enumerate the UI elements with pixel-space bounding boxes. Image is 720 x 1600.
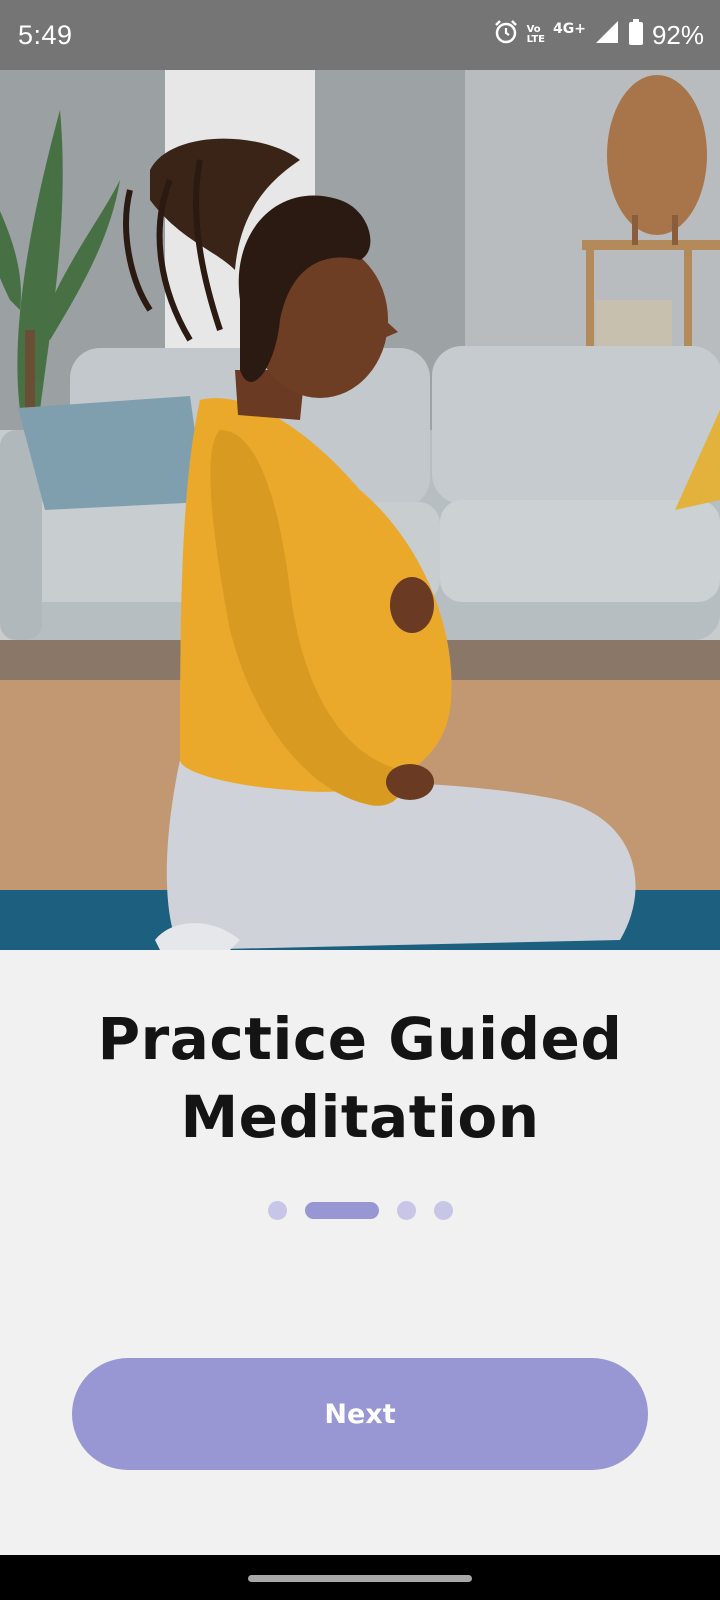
navigation-bar — [0, 1555, 720, 1600]
battery-icon — [628, 18, 644, 52]
home-gesture-handle[interactable] — [248, 1575, 472, 1582]
network-type: 4G+ — [552, 21, 586, 37]
page-title: Practice Guided Meditation — [40, 1000, 680, 1156]
page-dot-3[interactable] — [396, 1200, 416, 1220]
page-dot-2-active[interactable] — [304, 1201, 379, 1219]
next-button[interactable]: Next — [72, 1358, 648, 1470]
page-indicator — [0, 1200, 720, 1220]
volte-icon: Vo LTE — [527, 25, 545, 45]
volte-bottom: LTE — [526, 34, 545, 45]
status-bar: 5:49 Vo LTE 4G+ 92% — [0, 0, 720, 70]
alarm-icon — [493, 19, 519, 52]
hero-image — [0, 70, 720, 970]
page-dot-1[interactable] — [267, 1200, 287, 1220]
title-line-2: Meditation — [180, 1083, 540, 1151]
title-line-1: Practice Guided — [97, 1005, 623, 1073]
page-dot-4[interactable] — [433, 1200, 453, 1220]
signal-icon — [594, 19, 620, 52]
hero-illustration — [0, 70, 720, 950]
status-icons: Vo LTE 4G+ 92% — [493, 18, 704, 52]
next-button-label: Next — [324, 1398, 396, 1430]
status-time: 5:49 — [18, 20, 73, 50]
battery-level: 92% — [651, 19, 704, 50]
